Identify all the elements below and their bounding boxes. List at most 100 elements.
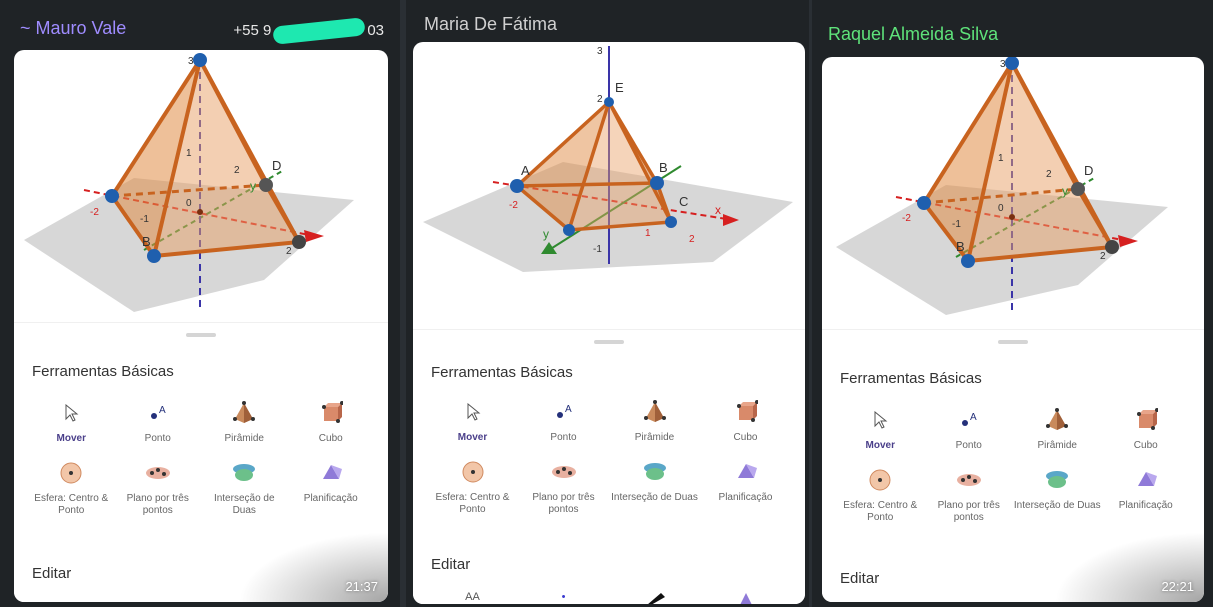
sheet-handle[interactable] bbox=[998, 340, 1028, 344]
y-axis-label: y bbox=[543, 227, 549, 241]
tool-plano[interactable]: Plano por três pontos bbox=[115, 459, 202, 517]
tool-label: Cubo bbox=[318, 433, 343, 444]
vertex-c-point[interactable] bbox=[665, 216, 677, 228]
tool-intersecao[interactable]: Interseção de Duas bbox=[201, 459, 288, 517]
tool-label: Ponto bbox=[144, 433, 171, 444]
edit-section-title: Editar bbox=[32, 565, 72, 582]
x-axis-label: x bbox=[715, 203, 721, 217]
vertex-b-point[interactable] bbox=[650, 176, 664, 190]
tool-cubo[interactable]: Cubo bbox=[700, 398, 791, 444]
z-tick-2: 2 bbox=[1046, 169, 1052, 180]
point-icon: A bbox=[550, 398, 578, 426]
vertex-b-point[interactable] bbox=[961, 254, 975, 268]
pen-icon[interactable] bbox=[609, 591, 700, 604]
tool-ponto[interactable]: A Ponto bbox=[518, 398, 609, 444]
text-style-icon[interactable]: AA bbox=[427, 591, 518, 604]
phone-suffix: 03 bbox=[367, 22, 384, 39]
vertex-d-point[interactable] bbox=[259, 178, 273, 192]
x-tick-m2: -2 bbox=[509, 200, 518, 211]
z-tick-2: 2 bbox=[234, 165, 240, 176]
sheet-handle[interactable] bbox=[186, 333, 216, 337]
pyramid-icon bbox=[230, 399, 258, 427]
vertex-c-point[interactable] bbox=[1105, 240, 1119, 254]
vertex-d-point[interactable] bbox=[1071, 182, 1085, 196]
vertex-c-point[interactable] bbox=[292, 235, 306, 249]
tool-esfera[interactable]: Esfera: Centro & Ponto bbox=[28, 459, 115, 517]
tool-label: Plano por três pontos bbox=[532, 492, 595, 515]
tool-intersecao[interactable]: Interseção de Duas bbox=[609, 458, 700, 516]
tool-ponto[interactable]: A Ponto bbox=[925, 406, 1014, 452]
vertex-e-point[interactable] bbox=[604, 97, 614, 107]
z-tick-1: 1 bbox=[186, 148, 192, 159]
tool-label: Interseção de Duas bbox=[611, 492, 698, 503]
tools-section-title: Ferramentas Básicas bbox=[840, 370, 982, 387]
tool-cubo[interactable]: Cubo bbox=[1102, 406, 1191, 452]
edit-section-title: Editar bbox=[840, 570, 880, 587]
tool-plano[interactable]: Plano por três pontos bbox=[518, 458, 609, 516]
edit-section-title: Editar bbox=[431, 556, 471, 573]
x-tick-2: 2 bbox=[1100, 251, 1106, 262]
vertex-a-point[interactable] bbox=[917, 196, 931, 210]
tool-label: Planificação bbox=[718, 492, 773, 503]
screenshot-image[interactable]: 3 1 2 B D -2 -1 0 2 y Ferramentas Básica… bbox=[14, 50, 388, 602]
vertex-c-label: C bbox=[679, 194, 688, 209]
vertex-d-label: D bbox=[1084, 163, 1093, 178]
tool-label: Mover bbox=[56, 433, 86, 444]
vertex-d-label: D bbox=[272, 158, 281, 173]
apex-point[interactable] bbox=[193, 53, 207, 67]
tool-esfera[interactable]: Esfera: Centro & Ponto bbox=[836, 466, 925, 524]
tool-mover[interactable]: Mover bbox=[28, 399, 115, 445]
svg-text:A: A bbox=[159, 405, 166, 416]
tool-piramide[interactable]: Pirâmide bbox=[201, 399, 288, 445]
sender-name[interactable]: ~ Mauro Vale bbox=[20, 18, 126, 39]
edit-tools-row: AA • bbox=[427, 591, 791, 604]
tool-label: Interseção de Duas bbox=[1013, 500, 1101, 511]
chat-bubble-raquel: Raquel Almeida Silva 3 1 2 B D -2 -1 0 2… bbox=[812, 0, 1213, 607]
svg-text:A: A bbox=[565, 404, 572, 415]
tool-ponto[interactable]: A Ponto bbox=[115, 399, 202, 445]
point-style-icon[interactable]: • bbox=[518, 591, 609, 604]
tool-esfera[interactable]: Esfera: Centro & Ponto bbox=[427, 458, 518, 516]
pyramid-scene: 3 1 2 B D -2 -1 0 2 y bbox=[836, 57, 1168, 315]
tool-mover[interactable]: Mover bbox=[836, 406, 925, 452]
shape-icon[interactable] bbox=[700, 591, 791, 604]
vertex-a-point[interactable] bbox=[105, 189, 119, 203]
tool-planificacao[interactable]: Planificação bbox=[1102, 466, 1191, 524]
screenshot-image[interactable]: 3 1 2 B D -2 -1 0 2 y Ferramentas Básica… bbox=[822, 57, 1204, 602]
sheet-handle[interactable] bbox=[594, 340, 624, 344]
screenshot-image[interactable]: 3 2 E A B C x y -2 -1 1 2 Ferramentas Bá… bbox=[413, 42, 805, 604]
tool-cubo[interactable]: Cubo bbox=[288, 399, 375, 445]
x-tick-1: 1 bbox=[645, 228, 651, 239]
sender-name[interactable]: Raquel Almeida Silva bbox=[828, 24, 998, 45]
sender-phone: +55 9 03 bbox=[233, 17, 384, 45]
tool-label: Plano por três pontos bbox=[126, 493, 189, 516]
tools-section-title: Ferramentas Básicas bbox=[431, 364, 573, 381]
tool-label: Cubo bbox=[1133, 440, 1158, 451]
sender-name[interactable]: Maria De Fátima bbox=[424, 14, 557, 35]
tool-mover[interactable]: Mover bbox=[427, 398, 518, 444]
tool-label: Ponto bbox=[955, 440, 982, 451]
vertex-d-point[interactable] bbox=[563, 224, 575, 236]
point-icon: A bbox=[955, 406, 983, 434]
geogebra-3d-view: 3 2 E A B C x y -2 -1 1 2 bbox=[413, 42, 805, 327]
tool-label: Esfera: Centro & Ponto bbox=[34, 493, 109, 516]
y-axis-label: y bbox=[250, 179, 256, 193]
pyramid-scene: 3 2 E A B C x y -2 -1 1 2 bbox=[423, 46, 793, 272]
tool-intersecao[interactable]: Interseção de Duas bbox=[1013, 466, 1102, 524]
tool-planificacao[interactable]: Planificação bbox=[288, 459, 375, 517]
tool-piramide[interactable]: Pirâmide bbox=[609, 398, 700, 444]
tool-piramide[interactable]: Pirâmide bbox=[1013, 406, 1102, 452]
z-tick-2: 2 bbox=[597, 94, 603, 105]
message-header: Maria De Fátima bbox=[414, 8, 801, 46]
tool-plano[interactable]: Plano por três pontos bbox=[925, 466, 1014, 524]
vertex-a-point[interactable] bbox=[510, 179, 524, 193]
tool-label: Plano por três pontos bbox=[937, 500, 1000, 523]
net-icon bbox=[1132, 466, 1160, 494]
tools-grid: Mover A Ponto Pirâmide Cubo Esfera: Centr… bbox=[28, 399, 374, 517]
tool-label: Interseção de Duas bbox=[213, 493, 275, 516]
vertex-b-point[interactable] bbox=[147, 249, 161, 263]
chat-bubble-mauro: ~ Mauro Vale +55 9 03 3 1 2 B D -2 -1 0 … bbox=[0, 0, 400, 607]
tool-label: Pirâmide bbox=[634, 432, 675, 443]
tool-planificacao[interactable]: Planificação bbox=[700, 458, 791, 516]
point-icon: A bbox=[144, 399, 172, 427]
